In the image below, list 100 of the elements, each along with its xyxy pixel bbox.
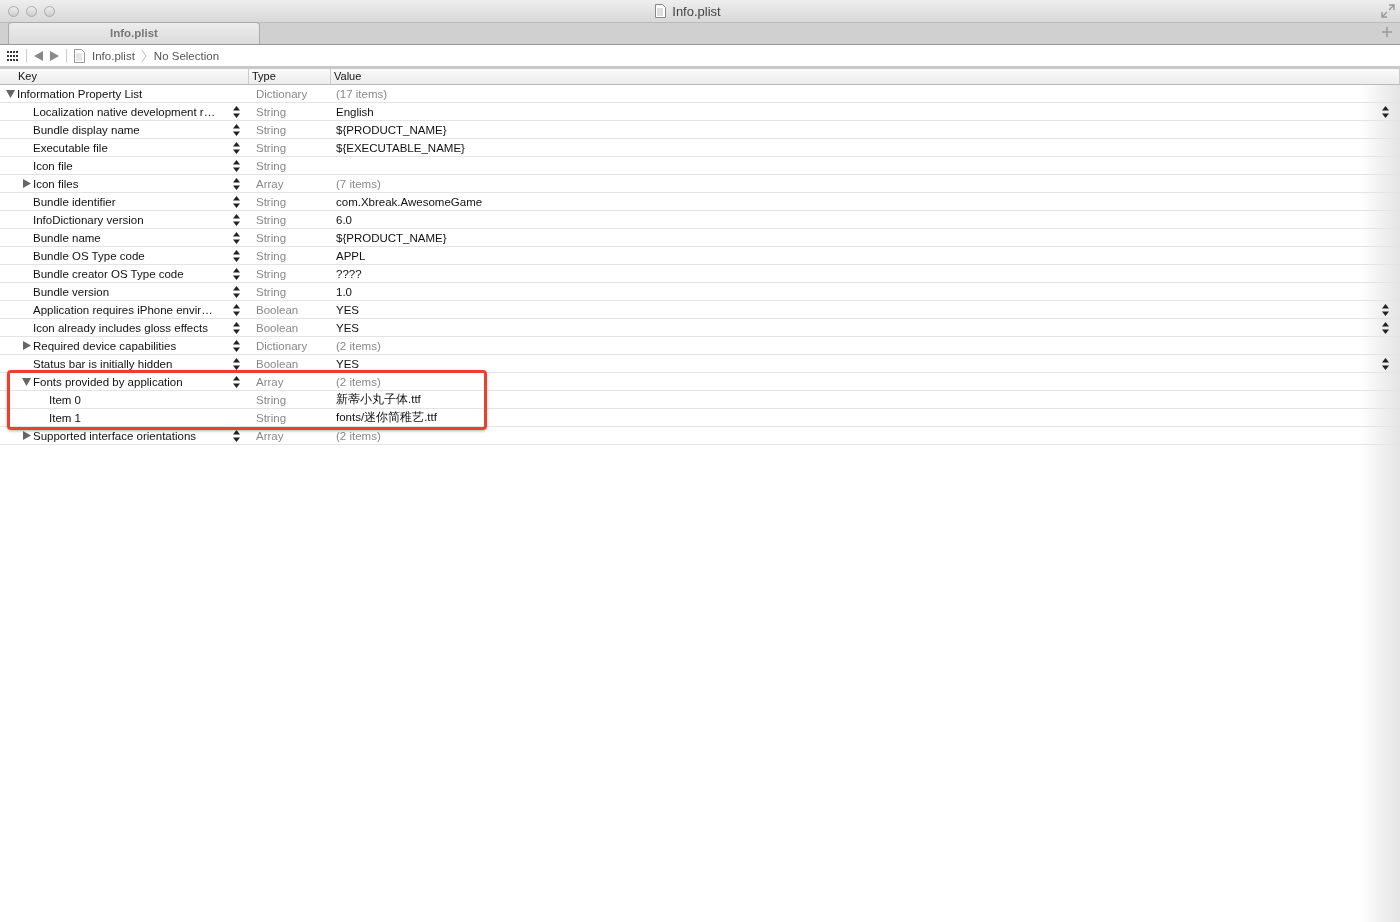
type-text: String <box>255 231 288 244</box>
forward-icon[interactable] <box>50 50 59 61</box>
key-stepper-icon[interactable] <box>233 321 240 334</box>
value-text: English <box>336 105 374 118</box>
property-row[interactable]: Icon already includes gloss effects Boolean YES <box>0 319 1400 337</box>
type-text: String <box>255 267 288 280</box>
property-row[interactable]: Localization native development r… String English <box>0 103 1400 121</box>
property-row[interactable]: Status bar is initially hidden Boolean YES <box>0 355 1400 373</box>
value-text: 新蒂小丸子体.ttf <box>336 392 421 407</box>
chevron-icon <box>141 49 147 62</box>
key-text: Bundle display name <box>33 123 141 136</box>
property-row[interactable]: Bundle name String ${PRODUCT_NAME} <box>0 229 1400 247</box>
column-header[interactable]: Key <box>0 69 249 84</box>
window-title: Info.plist <box>672 3 721 19</box>
key-stepper-icon[interactable] <box>233 285 240 298</box>
property-row[interactable]: Bundle version String 1.0 <box>0 283 1400 301</box>
property-row[interactable]: Bundle creator OS Type code String ???? <box>0 265 1400 283</box>
key-text: Information Property List <box>17 87 144 100</box>
expanded-triangle-icon[interactable] <box>22 376 31 387</box>
key-stepper-icon[interactable] <box>233 357 240 370</box>
value-text: YES <box>336 357 359 370</box>
key-stepper-icon[interactable] <box>233 249 240 262</box>
key-stepper-icon[interactable] <box>233 303 240 316</box>
key-text: Application requires iPhone envir… <box>33 303 214 316</box>
property-row[interactable]: Icon file String <box>0 157 1400 175</box>
key-text: Executable file <box>33 141 109 154</box>
type-text: Boolean <box>255 321 300 334</box>
column-header[interactable]: Type <box>249 69 331 84</box>
key-text: Item 1 <box>49 411 82 424</box>
tab[interactable]: Info.plist <box>8 22 260 44</box>
key-stepper-icon[interactable] <box>233 177 240 190</box>
type-text: Array <box>255 177 285 190</box>
grid-icon[interactable] <box>7 50 19 61</box>
key-stepper-icon[interactable] <box>233 195 240 208</box>
value-text: (2 items) <box>336 429 381 442</box>
key-stepper-icon[interactable] <box>233 267 240 280</box>
key-stepper-icon[interactable] <box>233 105 240 118</box>
property-row[interactable]: Supported interface orientations Array (2 items) <box>0 427 1400 445</box>
key-text: Bundle name <box>33 231 102 244</box>
value-stepper-icon[interactable] <box>1382 303 1389 316</box>
document-icon <box>655 4 667 18</box>
value-text: 1.0 <box>336 285 352 298</box>
key-text: Fonts provided by application <box>33 375 184 388</box>
key-text: Bundle OS Type code <box>33 249 146 262</box>
key-text: Localization native development r… <box>33 105 217 118</box>
value-text: YES <box>336 303 359 316</box>
key-stepper-icon[interactable] <box>233 123 240 136</box>
breadcrumb-file[interactable]: Info.plist <box>92 49 135 62</box>
key-stepper-icon[interactable] <box>233 141 240 154</box>
value-text: ${EXECUTABLE_NAME} <box>336 141 465 154</box>
collapsed-triangle-icon[interactable] <box>22 178 31 189</box>
property-row[interactable]: Bundle display name String ${PRODUCT_NAME} <box>0 121 1400 139</box>
property-row[interactable]: Item 1 String fonts/迷你简稚艺.ttf <box>0 409 1400 427</box>
key-stepper-icon[interactable] <box>233 339 240 352</box>
type-text: String <box>255 249 288 262</box>
value-text: APPL <box>336 249 366 262</box>
type-text: Dictionary <box>255 339 309 352</box>
type-text: Boolean <box>255 303 300 316</box>
value-text: (2 items) <box>336 339 381 352</box>
type-text: Dictionary <box>255 87 309 100</box>
value-stepper-icon[interactable] <box>1382 357 1389 370</box>
key-text: Icon already includes gloss effects <box>33 321 209 334</box>
key-stepper-icon[interactable] <box>233 429 240 442</box>
key-stepper-icon[interactable] <box>233 159 240 172</box>
property-row[interactable]: Item 0 String 新蒂小丸子体.ttf <box>0 391 1400 409</box>
key-stepper-icon[interactable] <box>233 231 240 244</box>
type-text: String <box>255 213 288 226</box>
property-row[interactable]: Executable file String ${EXECUTABLE_NAME} <box>0 139 1400 157</box>
key-text: Icon file <box>33 159 74 172</box>
property-row[interactable]: Bundle OS Type code String APPL <box>0 247 1400 265</box>
value-text: ${PRODUCT_NAME} <box>336 231 447 244</box>
property-row[interactable]: InfoDictionary version String 6.0 <box>0 211 1400 229</box>
property-row[interactable]: Required device capabilities Dictionary (2 items) <box>0 337 1400 355</box>
value-text: (2 items) <box>336 375 381 388</box>
back-icon[interactable] <box>34 50 43 61</box>
breadcrumb-selection[interactable]: No Selection <box>153 49 220 62</box>
collapsed-triangle-icon[interactable] <box>22 430 31 441</box>
type-text: String <box>255 123 288 136</box>
property-row[interactable]: Icon files Array (7 items) <box>0 175 1400 193</box>
collapsed-triangle-icon[interactable] <box>22 340 31 351</box>
property-row[interactable]: Application requires iPhone envir… Boolean YES <box>0 301 1400 319</box>
type-text: String <box>255 105 288 118</box>
key-text: Bundle creator OS Type code <box>33 267 185 280</box>
value-text: 6.0 <box>336 213 352 226</box>
key-stepper-icon[interactable] <box>233 375 240 388</box>
column-header[interactable]: Value <box>331 69 1400 84</box>
value-text: com.Xbreak.AwesomeGame <box>336 195 483 208</box>
value-text: YES <box>336 321 359 334</box>
type-text: String <box>255 285 288 298</box>
type-text: String <box>255 159 288 172</box>
key-stepper-icon[interactable] <box>233 213 240 226</box>
type-text: Array <box>255 375 285 388</box>
value-text: ${PRODUCT_NAME} <box>336 123 447 136</box>
value-stepper-icon[interactable] <box>1382 321 1389 334</box>
type-text: String <box>255 393 288 406</box>
property-row[interactable]: Fonts provided by application Array (2 items) <box>0 373 1400 391</box>
expanded-triangle-icon[interactable] <box>6 88 15 99</box>
key-text: InfoDictionary version <box>33 213 145 226</box>
property-row[interactable]: Bundle identifier String com.Xbreak.AwesomeGame <box>0 193 1400 211</box>
value-stepper-icon[interactable] <box>1382 105 1389 118</box>
